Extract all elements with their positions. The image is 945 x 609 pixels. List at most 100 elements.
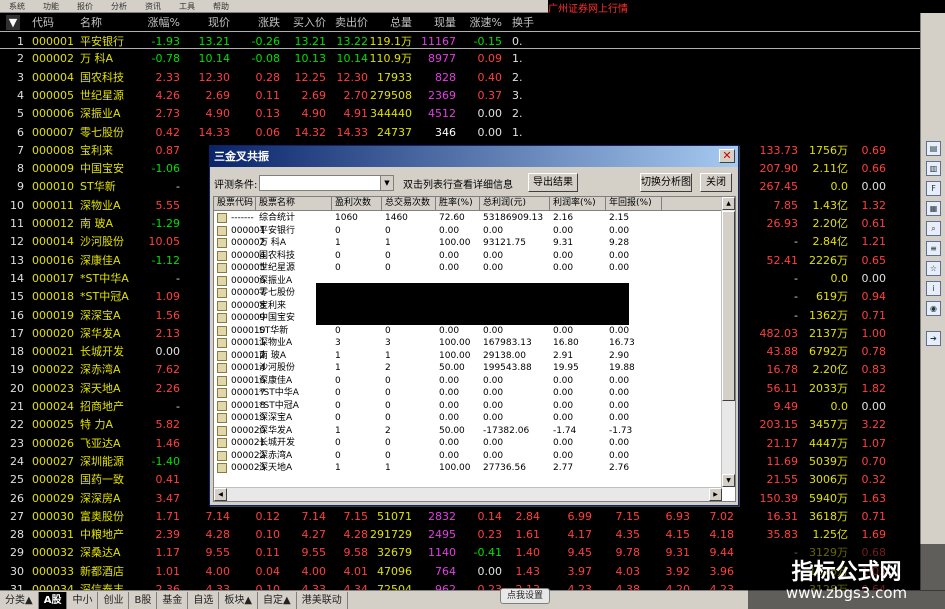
col-price[interactable]: 现价 [186,15,230,30]
menu-item[interactable]: 系统 [0,1,34,12]
stock-icon [217,213,227,223]
tab-item[interactable]: 创业 [98,591,130,609]
table-row[interactable]: 1 000001 平安银行 -1.93 13.21 -0.26 13.21 13.22 119.… [0,31,920,49]
close-icon[interactable]: ✕ [719,149,735,163]
point-settings-button[interactable]: 点我设置 [500,588,550,604]
menu-item[interactable]: 帮助 [204,1,238,12]
col-now-volume[interactable]: 现量 [416,15,456,30]
redaction-block [316,283,629,325]
list-cell: 0.00 [609,388,630,398]
list-header-cell[interactable]: 盈利次数 [332,197,382,210]
table-row[interactable]: 5 000006 深振业A 2.73 4.90 0.13 4.90 4.91 344440 451… [0,104,920,122]
export-button[interactable]: 导出结果 [528,173,578,192]
stock-icon [217,425,227,436]
table-row[interactable]: 28 000031 中粮地产 2.39 4.28 0.10 4.27 4.28 291729 24… [0,525,920,543]
tab-item[interactable]: B股 [129,591,158,609]
menu-item[interactable]: 功能 [34,1,68,12]
col-change[interactable]: 涨跌 [236,15,280,30]
tab-item[interactable]: 自选 [188,591,220,609]
chevron-down-icon[interactable]: ▼ [380,176,393,190]
star-icon[interactable]: ☆ [926,261,941,276]
list-row[interactable]: 000017 *ST中华A 0 0 0.00 0.00 0.00 0.00 [214,387,722,399]
search-icon[interactable]: ⌕ [926,221,941,236]
result-list[interactable]: 股票代码 股票名称 盈利次数 总交易次数 胜率(%) 总利润(元) 利润率(%) 年回报(%)… [213,196,736,502]
list-row[interactable]: 000002 万 科A 1 1 100.00 93121.75 9.31 9.28 [214,237,722,249]
list-row[interactable]: 000005 世纪星源 0 0 0.00 0.00 0.00 0.00 [214,262,722,274]
list-header-cell[interactable]: 年回报(%) [606,197,662,210]
f10-icon[interactable]: F [926,181,941,196]
list-row[interactable]: 000022 深赤湾A 0 0 0.00 0.00 0.00 0.00 [214,450,722,462]
list-row[interactable]: 000018 *ST中冠A 0 0 0.00 0.00 0.00 0.00 [214,400,722,412]
close-button[interactable]: 关闭 [700,173,732,192]
list-row[interactable]: 000004 国农科技 0 0 0.00 0.00 0.00 0.00 [214,250,722,262]
col-change-pct[interactable]: 涨幅% [130,15,180,30]
scroll-thumb[interactable] [722,211,735,401]
page-icon[interactable]: ▤ [926,141,941,156]
switch-chart-button[interactable]: 切换分析图 [640,173,692,192]
list-row[interactable]: 000010 ST华新 0 0 0.00 0.00 0.00 0.00 [214,325,722,337]
list-row[interactable]: ------- 综合统计 1060 1460 72.60 53186909.13 2.16 2… [214,212,722,224]
table-row[interactable]: 4 000005 世纪星源 4.26 2.69 0.11 2.69 2.70 279508 236… [0,86,920,104]
tab-item[interactable]: A股 [38,591,68,609]
bell-icon[interactable]: ◉ [926,301,941,316]
col-speed[interactable]: 涨速% [462,15,502,30]
extra-amount: 1756万 [809,143,848,157]
chart-icon[interactable]: ▥ [926,161,941,176]
extra-ratio: 1.82 [861,381,887,395]
list-header-cell[interactable]: 股票名称 [256,197,332,210]
col-bid[interactable]: 买入价 [282,15,326,30]
table-row[interactable]: 3 000004 国农科技 2.33 12.30 0.28 12.25 12.30 17933 8… [0,68,920,86]
menu-item[interactable]: 分析 [102,1,136,12]
tab-item[interactable]: 港美联动 [296,591,348,609]
col-ask[interactable]: 卖出价 [328,15,368,30]
scroll-down-icon[interactable]: ▼ [722,474,735,487]
tail-cell: 4.34 [343,583,369,590]
list-row[interactable]: 000014 沙河股份 1 2 50.00 199543.88 19.95 19.88 [214,362,722,374]
col-code[interactable]: 代码 [32,15,54,30]
list-row[interactable]: 000016 深康佳A 0 0 0.00 0.00 0.00 0.00 [214,375,722,387]
scroll-up-icon[interactable]: ▲ [722,197,735,210]
list-header-cell[interactable]: 胜率(%) [436,197,480,210]
list-header-cell[interactable]: 总利润(元) [480,197,550,210]
sort-icon[interactable]: ▼ [6,15,20,30]
col-turnover[interactable]: 换手 [512,15,534,30]
row-number: 10 [10,198,24,212]
list-row[interactable]: 000020 深华发A 1 2 50.00 -17382.06 -1.74 -1.73 [214,425,722,437]
grid-icon[interactable]: ▦ [926,201,941,216]
eval-condition-select[interactable]: ▼ [259,175,394,191]
list-header-cell[interactable]: 总交易次数 [382,197,436,210]
list-row[interactable]: 000019 深深宝A 0 0 0.00 0.00 0.00 0.00 [214,412,722,424]
list-cell: 1 [335,425,341,436]
tab-item[interactable]: 分类▲ [0,591,39,609]
stock-icon [217,288,227,298]
stock-code: 000014 [32,235,74,249]
list-header-cell[interactable]: 股票代码 [214,197,256,210]
list-row[interactable]: 000011 深物业A 3 3 100.00 167983.13 16.80 16.73 [214,337,722,349]
list-icon[interactable]: ≡ [926,241,941,256]
horizontal-scrollbar[interactable]: ◀ ▶ [214,487,722,501]
menu-item[interactable]: 报价 [68,1,102,12]
tab-item[interactable]: 中小 [67,591,99,609]
stock-code: 000010 [32,180,74,194]
list-row[interactable]: 000023 深天地A 1 1 100.00 27736.56 2.77 2.76 [214,462,722,474]
list-header-cell[interactable]: 利润率(%) [550,197,606,210]
vertical-scrollbar[interactable]: ▲ ▼ [721,197,735,487]
table-row[interactable]: 27 000030 富奥股份 1.71 7.14 0.12 7.14 7.15 51071 283… [0,507,920,525]
arrow-icon[interactable]: ➔ [926,331,941,346]
tab-item[interactable]: 基金 [157,591,189,609]
menu-item[interactable]: 资讯 [136,1,170,12]
list-row[interactable]: 000021 长城开发 0 0 0.00 0.00 0.00 0.00 [214,437,722,449]
scroll-right-icon[interactable]: ▶ [709,488,722,501]
table-row[interactable]: 6 000007 零七股份 0.42 14.33 0.06 14.32 14.33 24737 3… [0,123,920,141]
extra-amount: 5940万 [809,491,848,505]
list-row[interactable]: 000012 南 玻A 1 1 100.00 29138.00 2.91 2.90 [214,350,722,362]
list-row[interactable]: 000001 平安银行 0 0 0.00 0.00 0.00 0.00 [214,225,722,237]
info-icon[interactable]: i [926,281,941,296]
col-name[interactable]: 名称 [80,15,102,30]
scroll-left-icon[interactable]: ◀ [214,488,227,501]
menu-item[interactable]: 工具 [170,1,204,12]
table-row[interactable]: 2 000002 万 科A -0.78 10.14 -0.08 10.13 10.14 110.… [0,49,920,67]
tab-item[interactable]: 板块▲ [219,591,259,609]
col-volume[interactable]: 总量 [372,15,412,30]
tab-item[interactable]: 自定▲ [258,591,297,609]
